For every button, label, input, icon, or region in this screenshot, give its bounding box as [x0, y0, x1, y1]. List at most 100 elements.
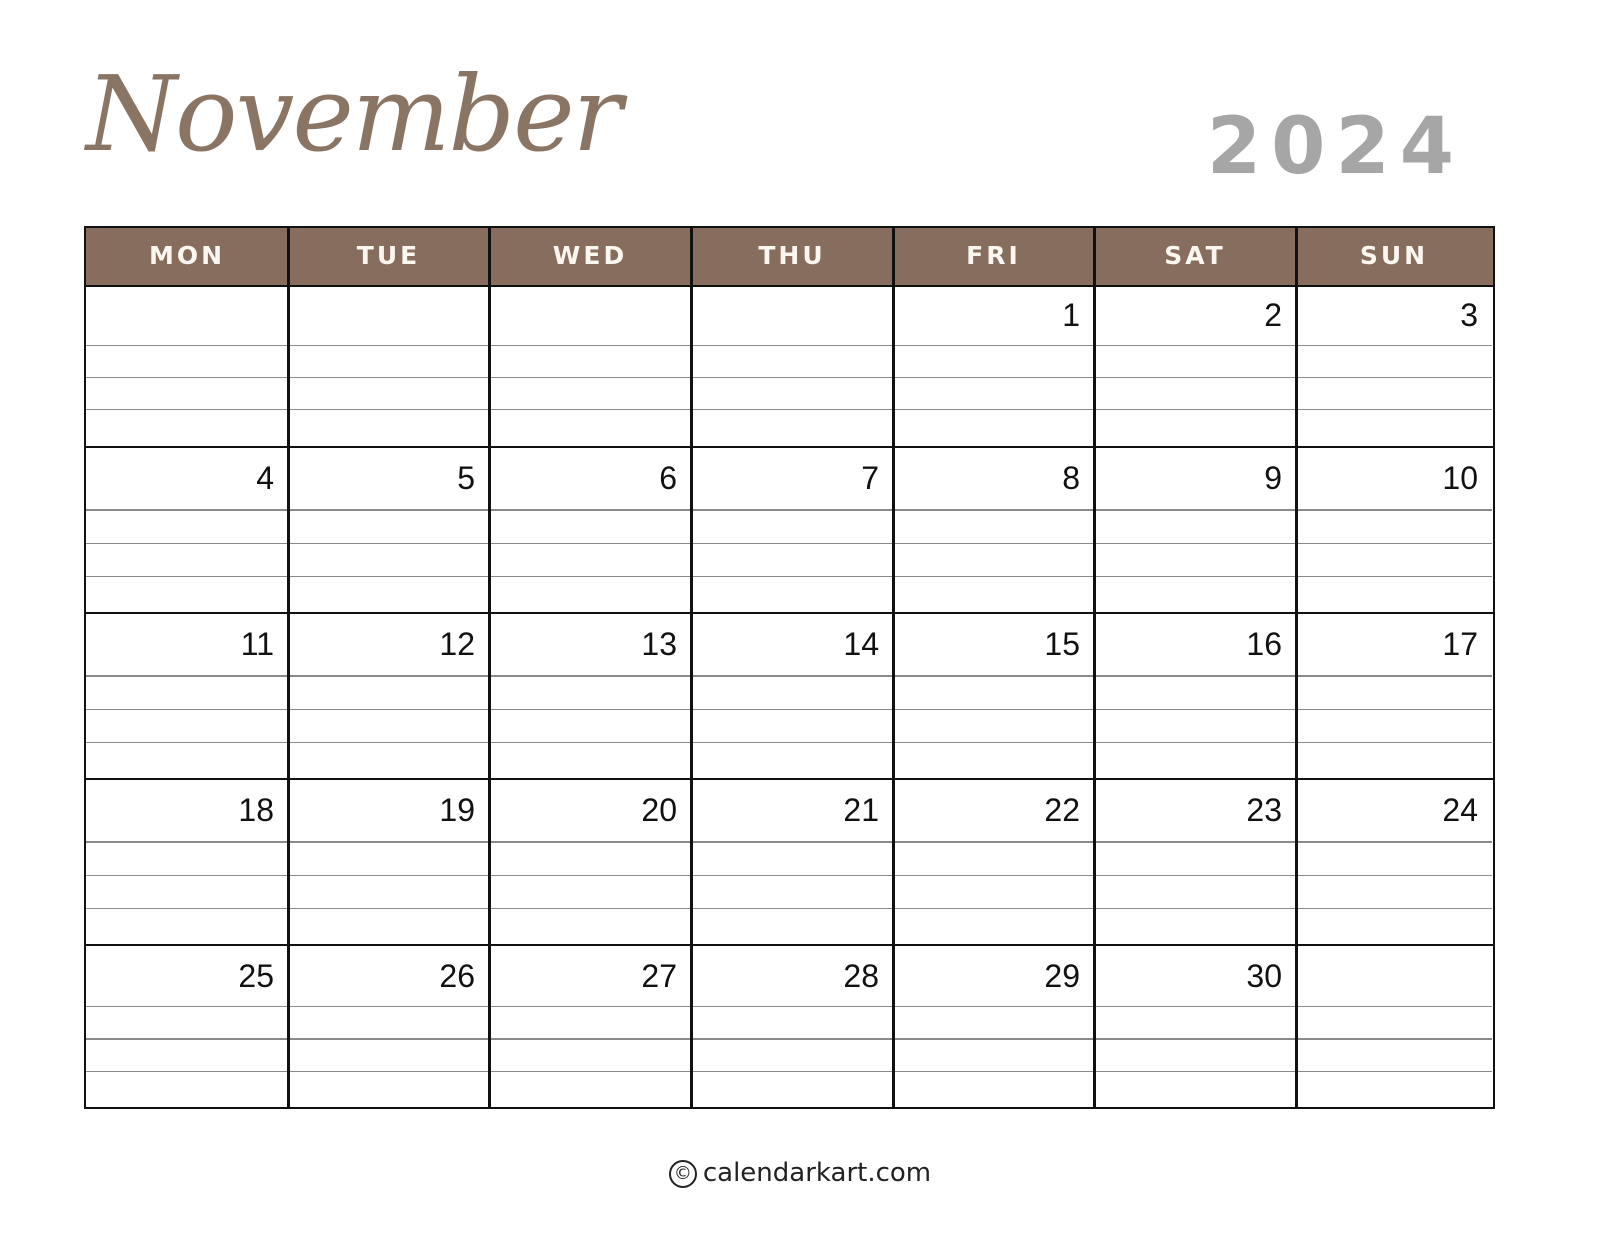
- day-cell-9[interactable]: 9: [1094, 448, 1296, 612]
- day-number: 30: [1246, 958, 1282, 994]
- writing-line: [893, 408, 1094, 411]
- day-cell-1[interactable]: 1: [893, 285, 1094, 446]
- day-cell-6[interactable]: 6: [489, 448, 691, 612]
- day-number: 12: [439, 626, 475, 662]
- day-cell-27[interactable]: 27: [489, 946, 691, 1106]
- day-number: 1: [1062, 297, 1080, 333]
- writing-line: [86, 874, 288, 877]
- writing-line: [691, 874, 893, 877]
- day-cell-14[interactable]: 14: [691, 614, 893, 778]
- writing-line: [288, 542, 489, 545]
- writing-line: [691, 408, 893, 411]
- day-cell-26[interactable]: 26: [288, 946, 489, 1106]
- writing-line: [1094, 841, 1296, 843]
- day-cell-5[interactable]: 5: [288, 448, 489, 612]
- day-cell-23[interactable]: 23: [1094, 780, 1296, 944]
- writing-line: [288, 1005, 489, 1008]
- writing-line: [691, 542, 893, 545]
- day-cell-2[interactable]: 2: [1094, 285, 1296, 446]
- day-cell-7[interactable]: 7: [691, 448, 893, 612]
- day-cell-13[interactable]: 13: [489, 614, 691, 778]
- day-cell-19[interactable]: 19: [288, 780, 489, 944]
- day-number: 10: [1442, 460, 1478, 496]
- writing-line: [691, 509, 893, 511]
- column-divider: [892, 228, 895, 1107]
- writing-line: [691, 575, 893, 578]
- day-cell-21[interactable]: 21: [691, 780, 893, 944]
- writing-line: [1094, 509, 1296, 511]
- writing-line: [489, 575, 691, 578]
- writing-line: [893, 1070, 1094, 1073]
- day-cell-4[interactable]: 4: [86, 448, 288, 612]
- writing-line: [1296, 907, 1492, 910]
- writing-line: [1094, 1070, 1296, 1073]
- day-cell-11[interactable]: 11: [86, 614, 288, 778]
- month-title: November: [86, 53, 622, 175]
- writing-line: [1094, 708, 1296, 711]
- day-number: 16: [1246, 626, 1282, 662]
- day-number: 19: [439, 792, 475, 828]
- writing-line: [1296, 1070, 1492, 1073]
- day-cell-10[interactable]: 10: [1296, 448, 1492, 612]
- writing-line: [893, 708, 1094, 711]
- writing-line: [893, 509, 1094, 511]
- day-number: 7: [861, 460, 879, 496]
- writing-line: [1296, 344, 1492, 347]
- footer-site-link[interactable]: calendarkart.com: [703, 1158, 931, 1188]
- day-cell-empty: [1296, 946, 1492, 1106]
- day-cell-15[interactable]: 15: [893, 614, 1094, 778]
- writing-line: [1296, 675, 1492, 677]
- writing-line: [288, 408, 489, 411]
- day-cell-18[interactable]: 18: [86, 780, 288, 944]
- day-number: 26: [439, 958, 475, 994]
- day-cell-28[interactable]: 28: [691, 946, 893, 1106]
- day-cell-17[interactable]: 17: [1296, 614, 1492, 778]
- writing-line: [691, 708, 893, 711]
- week-row: 18 19 20 21 22 23 24: [86, 778, 1493, 944]
- day-number: 20: [641, 792, 677, 828]
- day-cell-22[interactable]: 22: [893, 780, 1094, 944]
- writing-line: [86, 741, 288, 744]
- weekday-mon: MON: [148, 241, 226, 270]
- writing-line: [1094, 874, 1296, 877]
- column-divider: [1295, 228, 1298, 1107]
- writing-line: [288, 675, 489, 677]
- day-number: 2: [1264, 297, 1282, 333]
- day-cell-3[interactable]: 3: [1296, 285, 1492, 446]
- day-number: 9: [1264, 460, 1282, 496]
- writing-line: [893, 907, 1094, 910]
- writing-line: [691, 1070, 893, 1073]
- writing-line: [86, 841, 288, 843]
- weekday-fri: FRI: [966, 241, 1021, 270]
- writing-line: [288, 575, 489, 578]
- writing-line: [1094, 542, 1296, 545]
- writing-line: [288, 1070, 489, 1073]
- day-cell-20[interactable]: 20: [489, 780, 691, 944]
- writing-line: [1094, 376, 1296, 379]
- writing-line: [86, 1005, 288, 1008]
- day-number: 25: [238, 958, 274, 994]
- day-cell-25[interactable]: 25: [86, 946, 288, 1106]
- writing-line: [489, 376, 691, 379]
- day-cell-24[interactable]: 24: [1296, 780, 1492, 944]
- day-number: 21: [843, 792, 879, 828]
- writing-line: [1094, 1038, 1296, 1040]
- writing-line: [1296, 408, 1492, 411]
- writing-line: [1094, 1005, 1296, 1008]
- writing-line: [288, 874, 489, 877]
- day-number: 11: [240, 626, 274, 662]
- day-cell-30[interactable]: 30: [1094, 946, 1296, 1106]
- day-cell-8[interactable]: 8: [893, 448, 1094, 612]
- writing-line: [288, 907, 489, 910]
- week-row: 4 5 6 7 8 9 10: [86, 446, 1493, 612]
- writing-line: [893, 741, 1094, 744]
- writing-line: [489, 1005, 691, 1008]
- writing-line: [86, 408, 288, 411]
- day-number: 8: [1062, 460, 1080, 496]
- day-cell-29[interactable]: 29: [893, 946, 1094, 1106]
- day-number: 5: [457, 460, 475, 496]
- writing-line: [489, 841, 691, 843]
- day-cell-12[interactable]: 12: [288, 614, 489, 778]
- weekday-thu: THU: [758, 241, 826, 270]
- day-cell-16[interactable]: 16: [1094, 614, 1296, 778]
